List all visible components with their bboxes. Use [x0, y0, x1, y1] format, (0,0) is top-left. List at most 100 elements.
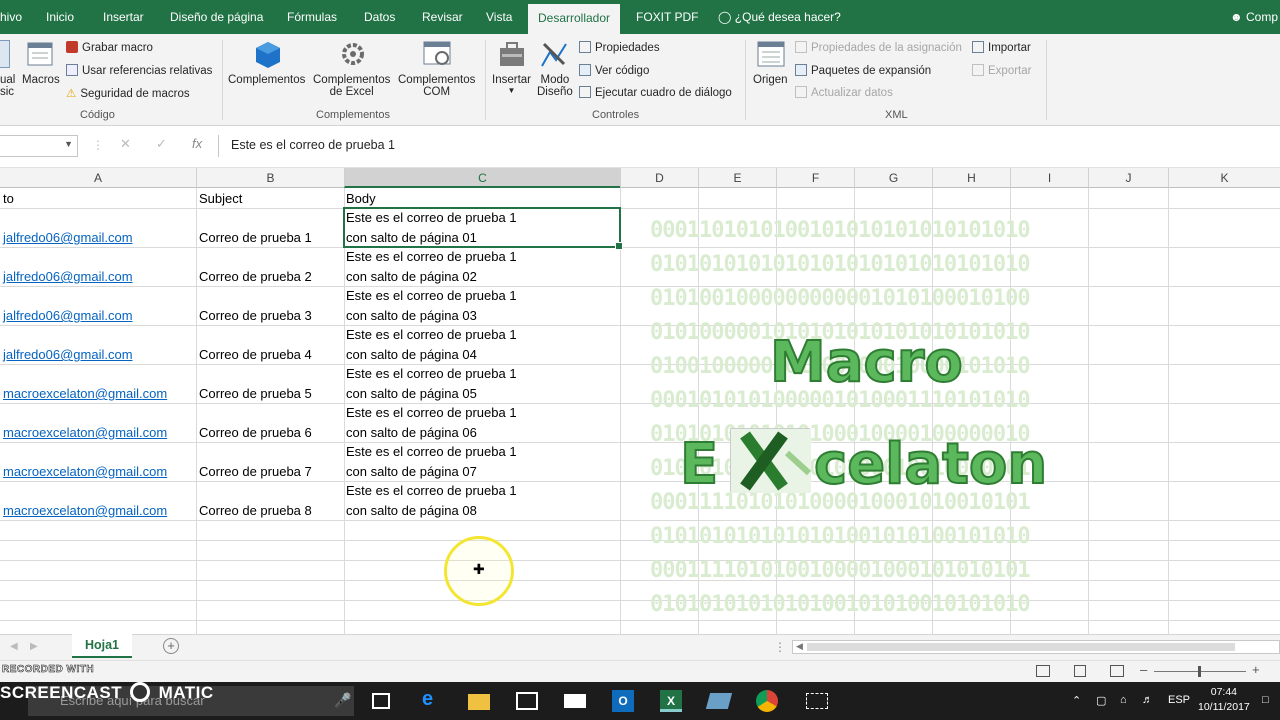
horizontal-scrollbar[interactable]: ◀	[792, 640, 1280, 654]
name-box[interactable]: ▼	[0, 135, 78, 157]
more-options-icon[interactable]: ⋮	[774, 640, 786, 654]
body-line-2[interactable]: con salto de página 08	[346, 503, 477, 518]
page-break-preview-icon[interactable]	[1110, 665, 1124, 677]
macros-button[interactable]: Macros	[22, 74, 60, 86]
email-link[interactable]: macroexcelaton@gmail.com	[3, 386, 167, 401]
column-header-j[interactable]: J	[1088, 168, 1168, 188]
microphone-icon[interactable]: 🎤	[334, 692, 351, 709]
body-line-2[interactable]: con salto de página 05	[346, 386, 477, 401]
page-layout-icon[interactable]	[1074, 665, 1086, 677]
paquetes-expansion-button[interactable]: Paquetes de expansión	[795, 64, 931, 77]
subject-cell[interactable]: Correo de prueba 6	[199, 425, 312, 440]
header-body[interactable]: Body	[346, 191, 376, 206]
subject-cell[interactable]: Correo de prueba 8	[199, 503, 312, 518]
visual-basic-button[interactable]: ual sic	[0, 74, 15, 98]
tab-inicio[interactable]: Inicio	[46, 10, 74, 24]
task-view-icon[interactable]	[372, 693, 390, 709]
scroll-left-icon[interactable]: ◀	[10, 641, 18, 652]
tab-archivo[interactable]: hivo	[0, 10, 22, 24]
excel-taskbar-icon[interactable]: X	[660, 690, 682, 712]
email-link[interactable]: macroexcelaton@gmail.com	[3, 464, 167, 479]
exportar-button[interactable]: Exportar	[972, 64, 1031, 77]
subject-cell[interactable]: Correo de prueba 5	[199, 386, 312, 401]
body-line-2[interactable]: con salto de página 06	[346, 425, 477, 440]
column-header-d[interactable]: D	[620, 168, 698, 188]
email-link[interactable]: macroexcelaton@gmail.com	[3, 425, 167, 440]
enter-check-icon[interactable]: ✓	[156, 136, 167, 152]
origen-xml-button[interactable]: Origen	[753, 74, 788, 86]
body-line-2[interactable]: con salto de página 04	[346, 347, 477, 362]
column-header-g[interactable]: G	[854, 168, 932, 188]
edge-icon[interactable]: e	[422, 688, 444, 710]
body-line-1[interactable]: Este es el correo de prueba 1	[346, 405, 517, 420]
column-header-i[interactable]: I	[1010, 168, 1088, 188]
header-subject[interactable]: Subject	[199, 191, 242, 206]
chrome-icon[interactable]	[756, 690, 778, 712]
store-icon[interactable]	[516, 692, 538, 710]
column-header-e[interactable]: E	[698, 168, 776, 188]
snipping-tool-icon[interactable]	[806, 693, 828, 709]
subject-cell[interactable]: Correo de prueba 2	[199, 269, 312, 284]
wifi-icon[interactable]: ⌂	[1120, 694, 1127, 706]
complementos-com-button[interactable]: Complementos COM	[398, 74, 475, 98]
scroll-left-icon[interactable]: ◀	[796, 641, 803, 652]
subject-cell[interactable]: Correo de prueba 1	[199, 230, 312, 245]
body-line-2[interactable]: con salto de página 07	[346, 464, 477, 479]
scroll-right-icon[interactable]: ▶	[30, 641, 38, 652]
tab-formulas[interactable]: Fórmulas	[287, 10, 337, 24]
usar-referencias-relativas-button[interactable]: Usar referencias relativas	[66, 64, 212, 77]
tab-datos[interactable]: Datos	[364, 10, 395, 24]
volume-icon[interactable]: ♬	[1142, 694, 1153, 706]
normal-view-icon[interactable]	[1036, 665, 1050, 677]
email-link[interactable]: jalfredo06@gmail.com	[3, 230, 133, 245]
formula-input[interactable]: Este es el correo de prueba 1	[218, 135, 1280, 157]
tab-revisar[interactable]: Revisar	[422, 10, 463, 24]
complementos-excel-button[interactable]: Complementos de Excel	[313, 74, 390, 98]
email-link[interactable]: macroexcelaton@gmail.com	[3, 503, 167, 518]
macro-excelaton-logo[interactable]: 0001101010100101010101010101010 01010101…	[650, 210, 1090, 625]
body-line-1[interactable]: Este es el correo de prueba 1	[346, 249, 517, 264]
seguridad-macros-button[interactable]: ⚠ Seguridad de macros	[66, 86, 190, 100]
notifications-icon[interactable]: □	[1262, 694, 1269, 706]
ejecutar-cuadro-dialogo-button[interactable]: Ejecutar cuadro de diálogo	[579, 86, 732, 99]
tell-me-search[interactable]: ◯ ¿Qué desea hacer?	[718, 10, 841, 24]
tab-foxit-pdf[interactable]: FOXIT PDF	[636, 10, 698, 24]
tab-diseno-pagina[interactable]: Diseño de página	[170, 10, 263, 24]
insert-function-icon[interactable]: fx	[192, 136, 202, 151]
subject-cell[interactable]: Correo de prueba 7	[199, 464, 312, 479]
add-sheet-icon[interactable]: +	[163, 638, 179, 654]
complementos-button[interactable]: Complementos	[228, 74, 305, 86]
zoom-out-icon[interactable]: –	[1140, 662, 1147, 677]
outlook-icon[interactable]: O	[612, 690, 634, 712]
column-header-f[interactable]: F	[776, 168, 854, 188]
mail-icon[interactable]	[564, 694, 586, 708]
column-header-a[interactable]: A	[0, 168, 196, 188]
battery-icon[interactable]: ▢	[1096, 694, 1106, 707]
clock[interactable]: 07:44 10/11/2017	[1198, 685, 1250, 715]
body-line-1[interactable]: Este es el correo de prueba 1	[346, 444, 517, 459]
ver-codigo-button[interactable]: Ver código	[579, 64, 649, 77]
email-link[interactable]: jalfredo06@gmail.com	[3, 269, 133, 284]
chevron-down-icon[interactable]: ▼	[64, 139, 73, 149]
column-header-h[interactable]: H	[932, 168, 1010, 188]
propiedades-button[interactable]: Propiedades	[579, 41, 660, 54]
body-line-1[interactable]: Este es el correo de prueba 1	[346, 483, 517, 498]
tab-desarrollador[interactable]: Desarrollador	[528, 4, 621, 34]
tab-insertar[interactable]: Insertar	[103, 10, 144, 24]
grabar-macro-button[interactable]: Grabar macro	[66, 41, 153, 54]
propiedades-asignacion-button[interactable]: Propiedades de la asignación	[795, 41, 962, 54]
zoom-in-icon[interactable]: +	[1252, 662, 1260, 677]
body-line-1[interactable]: Este es el correo de prueba 1	[346, 288, 517, 303]
importar-button[interactable]: Importar	[972, 41, 1031, 54]
zoom-slider-thumb[interactable]	[1198, 666, 1201, 677]
chevron-up-icon[interactable]: ⌃	[1072, 694, 1081, 707]
cancel-icon[interactable]: ✕	[120, 136, 131, 152]
subject-cell[interactable]: Correo de prueba 4	[199, 347, 312, 362]
notepad-icon[interactable]	[705, 693, 733, 709]
column-header-b[interactable]: B	[196, 168, 344, 188]
subject-cell[interactable]: Correo de prueba 3	[199, 308, 312, 323]
zoom-slider[interactable]	[1154, 666, 1246, 677]
column-header-c[interactable]: C	[344, 168, 620, 188]
file-explorer-icon[interactable]	[468, 694, 490, 710]
language-indicator[interactable]: ESP	[1168, 694, 1190, 706]
